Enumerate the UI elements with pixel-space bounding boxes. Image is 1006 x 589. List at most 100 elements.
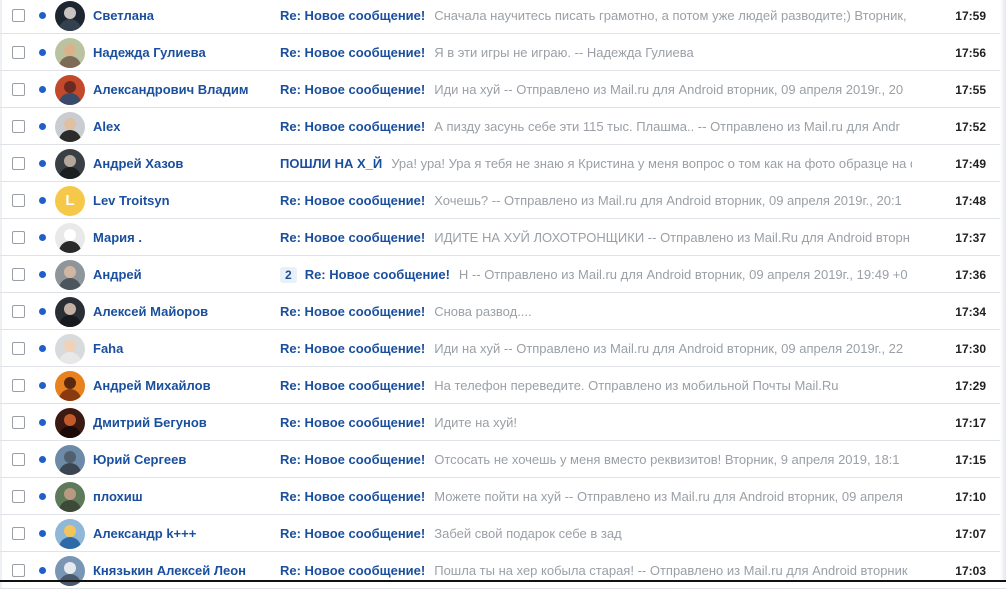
- subject-text[interactable]: Re: Новое сообщение!: [280, 119, 425, 134]
- select-checkbox[interactable]: [12, 71, 26, 108]
- message-row[interactable]: Мария . Re: Новое сообщение! ИДИТЕ НА ХУ…: [0, 219, 1006, 256]
- subject-line[interactable]: Re: Новое сообщение! Пошла ты на хер коб…: [280, 552, 912, 589]
- checkbox-box[interactable]: [12, 453, 25, 466]
- message-row[interactable]: Алексей Майоров Re: Новое сообщение! Сно…: [0, 293, 1006, 330]
- checkbox-box[interactable]: [12, 379, 25, 392]
- checkbox-box[interactable]: [12, 9, 25, 22]
- unread-dot-icon[interactable]: [39, 219, 49, 256]
- select-checkbox[interactable]: [12, 478, 26, 515]
- landscape-photo-avatar[interactable]: [55, 441, 85, 478]
- select-checkbox[interactable]: [12, 441, 26, 478]
- subject-text[interactable]: Re: Новое сообщение!: [280, 304, 425, 319]
- unread-dot-icon[interactable]: [39, 552, 49, 589]
- message-row[interactable]: Faha Re: Новое сообщение! Иди на хуй -- …: [0, 330, 1006, 367]
- message-row[interactable]: Андрей Хазов ПОШЛИ НА Х_Й Ура! ура! Ура …: [0, 145, 1006, 182]
- letter-avatar[interactable]: L: [55, 182, 85, 219]
- message-row[interactable]: плохиш Re: Новое сообщение! Можете пойти…: [0, 478, 1006, 515]
- sender-name[interactable]: Lev Troitsyn: [93, 182, 273, 219]
- message-row[interactable]: L Lev Troitsyn Re: Новое сообщение! Хоче…: [0, 182, 1006, 219]
- sender-name[interactable]: Faha: [93, 330, 273, 367]
- checkbox-box[interactable]: [12, 527, 25, 540]
- select-checkbox[interactable]: [12, 330, 26, 367]
- person-photo-avatar[interactable]: [55, 145, 85, 182]
- sender-name[interactable]: Андрей: [93, 256, 273, 293]
- subject-line[interactable]: Re: Новое сообщение! Снова развод....: [280, 293, 912, 330]
- sender-name[interactable]: Надежда Гулиева: [93, 34, 273, 71]
- checkbox-box[interactable]: [12, 490, 25, 503]
- subject-line[interactable]: Re: Новое сообщение! Забей свой подарок …: [280, 515, 912, 552]
- select-checkbox[interactable]: [12, 404, 26, 441]
- message-row[interactable]: Андрей 2 Re: Новое сообщение! Н -- Отпра…: [0, 256, 1006, 293]
- unread-dot-icon[interactable]: [39, 108, 49, 145]
- cartoon-avatar[interactable]: [55, 515, 85, 552]
- subject-text[interactable]: Re: Новое сообщение!: [280, 378, 425, 393]
- unread-dot-icon[interactable]: [39, 478, 49, 515]
- subject-line[interactable]: 2 Re: Новое сообщение! Н -- Отправлено и…: [280, 256, 912, 293]
- subject-text[interactable]: Re: Новое сообщение!: [280, 230, 425, 245]
- sender-name[interactable]: Андрей Хазов: [93, 145, 273, 182]
- message-row[interactable]: Юрий Сергеев Re: Новое сообщение! Отсоса…: [0, 441, 1006, 478]
- subject-line[interactable]: Re: Новое сообщение! Идите на хуй!: [280, 404, 912, 441]
- subject-line[interactable]: Re: Новое сообщение! Иди на хуй -- Отпра…: [280, 71, 912, 108]
- sender-name[interactable]: Алексей Майоров: [93, 293, 273, 330]
- subject-line[interactable]: Re: Новое сообщение! Хочешь? -- Отправле…: [280, 182, 912, 219]
- sender-name[interactable]: Александр k+++: [93, 515, 273, 552]
- subject-line[interactable]: Re: Новое сообщение! Сначала научитесь п…: [280, 0, 912, 34]
- person-photo-avatar[interactable]: [55, 108, 85, 145]
- select-checkbox[interactable]: [12, 367, 26, 404]
- unread-dot-icon[interactable]: [39, 367, 49, 404]
- checkbox-box[interactable]: [12, 305, 25, 318]
- unread-dot-icon[interactable]: [39, 293, 49, 330]
- sender-name[interactable]: плохиш: [93, 478, 273, 515]
- checkbox-box[interactable]: [12, 231, 25, 244]
- select-checkbox[interactable]: [12, 182, 26, 219]
- message-row[interactable]: Дмитрий Бегунов Re: Новое сообщение! Иди…: [0, 404, 1006, 441]
- subject-text[interactable]: Re: Новое сообщение!: [280, 526, 425, 541]
- subject-text[interactable]: Re: Новое сообщение!: [280, 489, 425, 504]
- person-photo-avatar[interactable]: [55, 404, 85, 441]
- sunset-photo-avatar[interactable]: [55, 367, 85, 404]
- subject-line[interactable]: Re: Новое сообщение! А пизду засунь себе…: [280, 108, 912, 145]
- subject-text[interactable]: Re: Новое сообщение!: [280, 341, 425, 356]
- sender-name[interactable]: Князькин Алексей Леон: [93, 552, 273, 589]
- person-photo-avatar[interactable]: [55, 0, 85, 34]
- person-photo-avatar[interactable]: [55, 219, 85, 256]
- unread-dot-icon[interactable]: [39, 182, 49, 219]
- subject-text[interactable]: Re: Новое сообщение!: [280, 415, 425, 430]
- person-photo-avatar[interactable]: [55, 478, 85, 515]
- checkbox-box[interactable]: [12, 120, 25, 133]
- checkbox-box[interactable]: [12, 46, 25, 59]
- unread-dot-icon[interactable]: [39, 34, 49, 71]
- checkbox-box[interactable]: [12, 564, 25, 577]
- subject-text[interactable]: Re: Новое сообщение!: [305, 267, 450, 282]
- message-row[interactable]: Александр k+++ Re: Новое сообщение! Забе…: [0, 515, 1006, 552]
- sender-name[interactable]: Светлана: [93, 0, 273, 34]
- checkbox-box[interactable]: [12, 157, 25, 170]
- subject-line[interactable]: ПОШЛИ НА Х_Й Ура! ура! Ура я тебя не зна…: [280, 145, 912, 182]
- unread-dot-icon[interactable]: [39, 71, 49, 108]
- subject-line[interactable]: Re: Новое сообщение! На телефон переведи…: [280, 367, 912, 404]
- unread-dot-icon[interactable]: [39, 441, 49, 478]
- subject-line[interactable]: Re: Новое сообщение! Можете пойти на хуй…: [280, 478, 912, 515]
- select-checkbox[interactable]: [12, 0, 26, 34]
- checkbox-box[interactable]: [12, 194, 25, 207]
- unread-dot-icon[interactable]: [39, 145, 49, 182]
- sender-name[interactable]: Alex: [93, 108, 273, 145]
- message-row[interactable]: Надежда Гулиева Re: Новое сообщение! Я в…: [0, 34, 1006, 71]
- subject-text[interactable]: ПОШЛИ НА Х_Й: [280, 156, 382, 171]
- sender-name[interactable]: Андрей Михайлов: [93, 367, 273, 404]
- person-photo-avatar[interactable]: [55, 293, 85, 330]
- checkbox-box[interactable]: [12, 83, 25, 96]
- subject-text[interactable]: Re: Новое сообщение!: [280, 45, 425, 60]
- unread-dot-icon[interactable]: [39, 330, 49, 367]
- person-photo-avatar[interactable]: [55, 256, 85, 293]
- subject-line[interactable]: Re: Новое сообщение! Я в эти игры не игр…: [280, 34, 912, 71]
- message-row[interactable]: Alex Re: Новое сообщение! А пизду засунь…: [0, 108, 1006, 145]
- sender-name[interactable]: Юрий Сергеев: [93, 441, 273, 478]
- unread-dot-icon[interactable]: [39, 256, 49, 293]
- checkbox-box[interactable]: [12, 268, 25, 281]
- select-checkbox[interactable]: [12, 108, 26, 145]
- unread-dot-icon[interactable]: [39, 0, 49, 34]
- unread-dot-icon[interactable]: [39, 404, 49, 441]
- subject-line[interactable]: Re: Новое сообщение! Отсосать не хочешь …: [280, 441, 912, 478]
